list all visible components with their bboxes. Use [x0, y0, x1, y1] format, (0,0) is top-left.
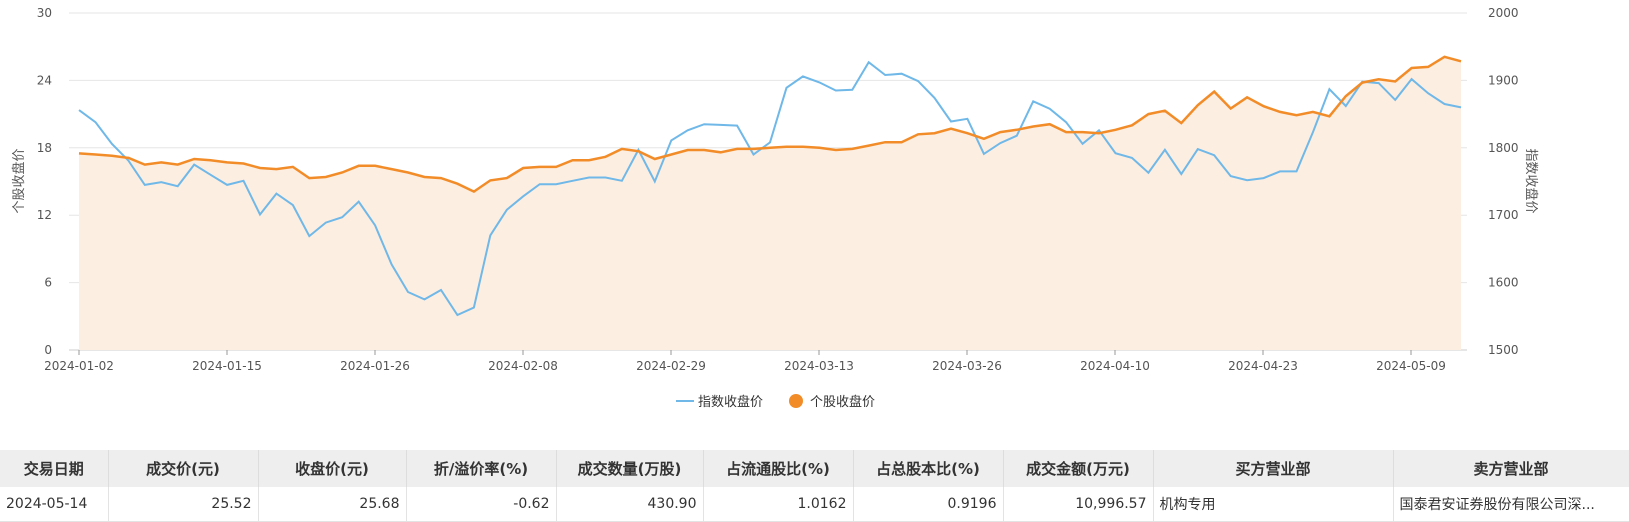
y-left-tick-label: 18	[37, 141, 52, 155]
header-premium-rate: 折/溢价率(%)	[406, 450, 557, 487]
cell-float-ratio: 1.0162	[703, 487, 854, 522]
header-volume: 成交数量(万股)	[556, 450, 704, 487]
x-tick-label: 2024-03-13	[784, 359, 854, 373]
y-left-tick-label: 12	[37, 208, 52, 222]
y-right-tick-label: 1500	[1488, 343, 1519, 357]
header-seller: 卖方营业部	[1393, 450, 1629, 487]
header-total-ratio: 占总股本比(%)	[853, 450, 1004, 487]
header-trade-price: 成交价(元)	[108, 450, 259, 487]
y-right-tick-label: 1600	[1488, 276, 1519, 290]
header-close-price: 收盘价(元)	[258, 450, 407, 487]
cell-seller[interactable]: 国泰君安证券股份有限公司深...	[1393, 487, 1629, 522]
y-right-tick-label: 1700	[1488, 208, 1519, 222]
legend-stock-label: 个股收盘价	[810, 394, 875, 410]
y-right-tick-label: 1800	[1488, 141, 1519, 155]
table-row: 2024-05-14 25.52 25.68 -0.62 430.90 1.01…	[0, 487, 1629, 522]
y-left-tick-label: 6	[44, 276, 52, 290]
x-tick-label: 2024-04-23	[1228, 359, 1298, 373]
block-trade-table: 交易日期 成交价(元) 收盘价(元) 折/溢价率(%) 成交数量(万股) 占流通…	[0, 450, 1629, 522]
y-right-tick-label: 2000	[1488, 6, 1519, 20]
legend-stock-swatch	[789, 394, 803, 408]
cell-trade-date: 2024-05-14	[0, 487, 109, 522]
y-left-tick-label: 24	[37, 73, 52, 87]
x-tick-label: 2024-01-15	[192, 359, 262, 373]
x-tick-label: 2024-04-10	[1080, 359, 1150, 373]
x-tick-label: 2024-01-02	[44, 359, 114, 373]
cell-volume: 430.90	[556, 487, 704, 522]
y-right-axis-title: 指数收盘价	[1523, 148, 1539, 213]
x-tick-label: 2024-01-26	[340, 359, 410, 373]
table-header-row: 交易日期 成交价(元) 收盘价(元) 折/溢价率(%) 成交数量(万股) 占流通…	[0, 450, 1629, 487]
price-chart: 30 2000 24 1900 18 1800 12 1700 6 1600 0 1500 个股收盘价指…	[0, 0, 1629, 440]
cell-buyer[interactable]: 机构专用	[1153, 487, 1394, 522]
x-tick-label: 2024-02-08	[488, 359, 558, 373]
cell-trade-price: 25.52	[108, 487, 259, 522]
header-float-ratio: 占流通股比(%)	[703, 450, 854, 487]
chart-svg: 30 200024 190018 180012 17006 16000 1500个股收盘价指…	[11, 6, 1539, 410]
header-amount: 成交金额(万元)	[1003, 450, 1154, 487]
cell-close-price: 25.68	[258, 487, 407, 522]
y-left-tick-label: 30	[37, 6, 52, 20]
x-tick-label: 2024-03-26	[932, 359, 1002, 373]
cell-amount: 10,996.57	[1003, 487, 1154, 522]
legend-index-label: 指数收盘价	[698, 394, 763, 410]
header-buyer: 买方营业部	[1153, 450, 1394, 487]
cell-premium-rate: -0.62	[406, 487, 557, 522]
y-left-tick-label: 0	[44, 343, 52, 357]
y-right-tick-label: 1900	[1488, 73, 1519, 87]
cell-total-ratio: 0.9196	[853, 487, 1004, 522]
y-left-axis-title: 个股收盘价	[11, 148, 27, 213]
x-tick-label: 2024-02-29	[636, 359, 706, 373]
header-trade-date: 交易日期	[0, 450, 109, 487]
x-tick-label: 2024-05-09	[1376, 359, 1446, 373]
